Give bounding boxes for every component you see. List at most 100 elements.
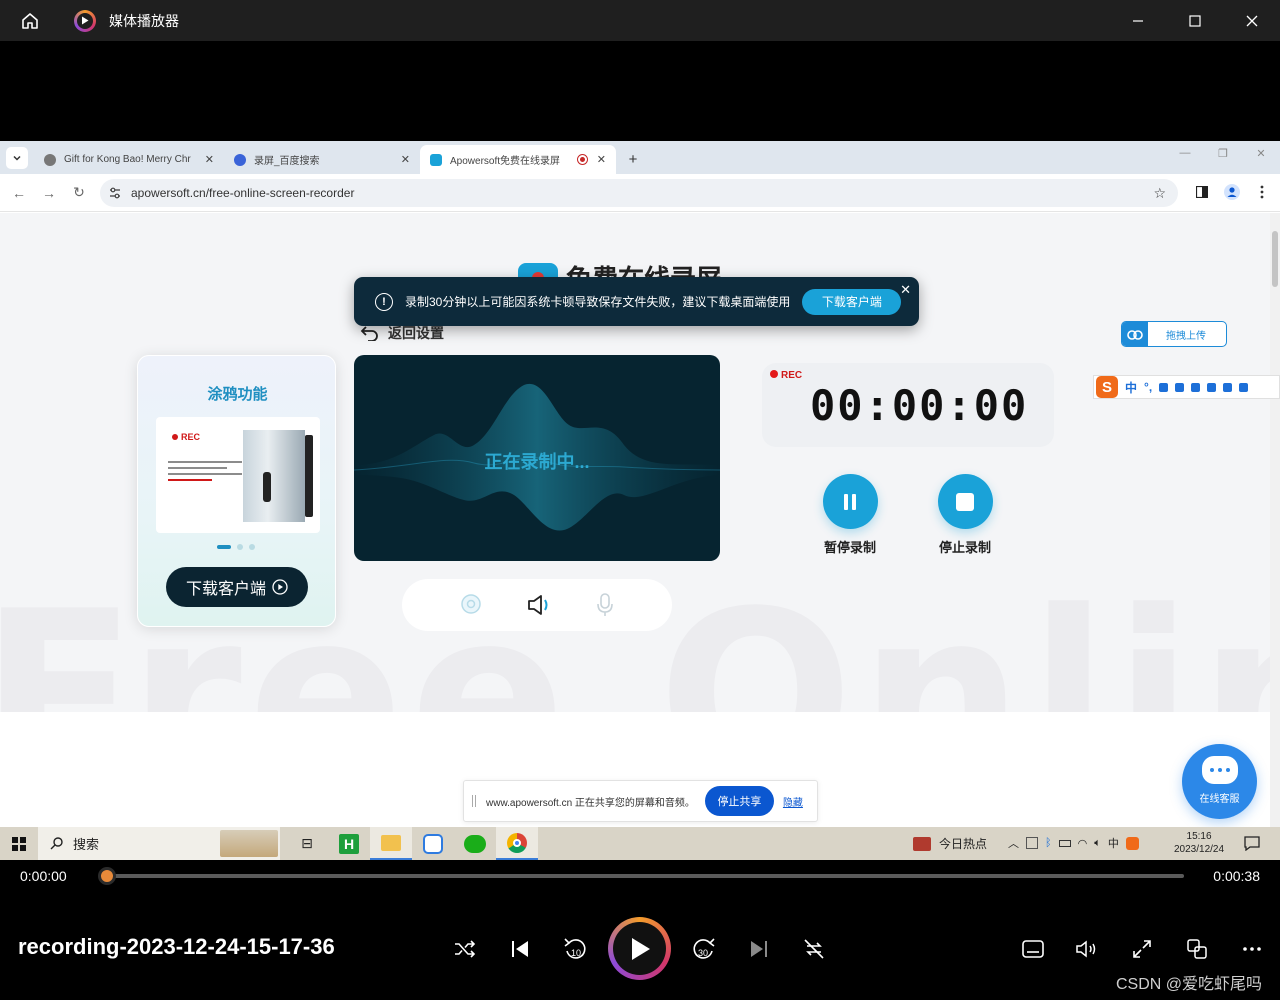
app-title: 媒体播放器	[109, 12, 179, 29]
browser-minimize-icon[interactable]: —	[1166, 147, 1204, 160]
tab-baidu[interactable]: 录屏_百度搜索 ✕	[224, 145, 420, 174]
next-button[interactable]	[739, 929, 779, 969]
game-icon[interactable]	[1207, 382, 1217, 392]
news-icon	[913, 836, 931, 851]
punctuation-icon[interactable]: °,	[1144, 380, 1152, 394]
settings-icon[interactable]	[1239, 382, 1249, 392]
seek-thumb[interactable]	[98, 867, 116, 885]
task-view-button[interactable]: ⊟	[286, 827, 328, 860]
back-to-settings[interactable]: 返回设置	[360, 323, 444, 343]
screen-share-bar: www.apowersoft.cn 正在共享您的屏幕和音频。 停止共享 隐藏	[463, 780, 818, 822]
news-widget[interactable]: 今日热点	[913, 835, 987, 852]
download-client-button[interactable]: 下载客户端	[166, 567, 308, 607]
drag-handle-icon[interactable]	[472, 795, 476, 807]
maximize-button[interactable]	[1166, 0, 1223, 41]
ime-language[interactable]: 中	[1125, 379, 1137, 396]
volume-button[interactable]	[1067, 929, 1107, 969]
notification-center-icon[interactable]	[1244, 836, 1260, 856]
bluetooth-icon[interactable]: ᛒ	[1045, 837, 1052, 849]
volume-icon[interactable]: 🔈︎	[1094, 837, 1101, 850]
chrome-icon	[507, 832, 527, 853]
scrollbar-thumb[interactable]	[1272, 231, 1278, 287]
chevron-up-icon[interactable]: ︿	[1008, 835, 1019, 851]
back-arrow-icon[interactable]: ←	[4, 185, 34, 201]
taskbar-clock[interactable]: 15:16 2023/12/24	[1174, 830, 1224, 856]
bookmark-star-icon[interactable]: ☆	[1153, 185, 1166, 202]
play-button[interactable]	[608, 917, 671, 980]
side-panel-icon[interactable]	[1194, 184, 1210, 200]
start-button[interactable]	[0, 827, 38, 860]
more-menu-icon[interactable]	[1254, 184, 1270, 200]
tab-apowersoft[interactable]: Apowersoft免费在线录屏 ✕	[420, 145, 616, 174]
stop-sharing-button[interactable]: 停止共享	[704, 786, 774, 816]
taskbar-wechat[interactable]	[454, 827, 496, 860]
tab-close-icon[interactable]: ✕	[205, 153, 214, 166]
timer-box: REC 00:00:00	[762, 363, 1054, 447]
browser-close-icon[interactable]: ✕	[1242, 147, 1280, 160]
profile-icon[interactable]	[1224, 184, 1240, 200]
close-button[interactable]	[1223, 0, 1280, 41]
carousel-dot[interactable]	[237, 544, 243, 550]
speaker-icon[interactable]	[526, 593, 552, 617]
subtitles-button[interactable]	[1013, 929, 1053, 969]
tab-gift[interactable]: Gift for Kong Bao! Merry Chr ✕	[34, 145, 224, 174]
minimize-button[interactable]	[1109, 0, 1166, 41]
keyboard-icon[interactable]	[1175, 382, 1185, 392]
fullscreen-icon	[1133, 940, 1151, 958]
reload-icon[interactable]: ↻	[64, 184, 94, 201]
repeat-button[interactable]	[794, 929, 834, 969]
close-icon	[1246, 15, 1257, 26]
toolbox-icon[interactable]	[1223, 382, 1233, 392]
previous-button[interactable]	[500, 929, 540, 969]
news-label: 今日热点	[939, 837, 988, 851]
browser-tabbar: Gift for Kong Bao! Merry Chr ✕ 录屏_百度搜索 ✕…	[0, 141, 1280, 174]
carousel-dots[interactable]	[217, 544, 255, 550]
taskbar-netdisk[interactable]	[412, 827, 454, 860]
site-info-icon[interactable]	[108, 186, 122, 200]
seek-track[interactable]	[107, 874, 1184, 878]
tab-search-button[interactable]	[6, 147, 28, 169]
forward-arrow-icon[interactable]: →	[34, 185, 64, 201]
address-bar[interactable]: apowersoft.cn/free-online-screen-recorde…	[100, 179, 1178, 207]
stop-recording-button[interactable]: 停止录制	[930, 474, 1000, 556]
chevron-down-icon	[13, 155, 21, 161]
card-preview-image: REC	[156, 417, 320, 533]
fullscreen-button[interactable]	[1122, 929, 1162, 969]
taskbar-app-h[interactable]: H	[328, 827, 370, 860]
ime-toolbar[interactable]: S 中 °,	[1093, 375, 1280, 399]
sogou-tray-icon[interactable]	[1125, 836, 1139, 850]
drag-upload-widget[interactable]: 拖拽上传	[1121, 321, 1227, 347]
page-scrollbar[interactable]	[1270, 213, 1280, 827]
shuffle-button[interactable]	[445, 929, 485, 969]
voice-icon[interactable]	[1159, 382, 1169, 392]
browser-restore-icon[interactable]: ❐	[1204, 147, 1242, 160]
forward-30-button[interactable]: 30	[684, 929, 724, 969]
carousel-dot[interactable]	[217, 545, 231, 549]
mini-player-button[interactable]	[1177, 929, 1217, 969]
new-tab-button[interactable]: +	[622, 148, 644, 170]
rewind-10-button[interactable]: 10	[555, 929, 595, 969]
home-button[interactable]	[0, 0, 60, 41]
taskbar-ime-indicator[interactable]: 中	[1108, 835, 1119, 851]
toast-close-icon[interactable]: ✕	[900, 282, 911, 298]
carousel-dot[interactable]	[249, 544, 255, 550]
tab-close-icon[interactable]: ✕	[401, 153, 410, 166]
webcam-icon[interactable]	[459, 593, 483, 617]
toast-download-button[interactable]: 下载客户端	[802, 288, 902, 315]
more-options-button[interactable]	[1232, 929, 1272, 969]
tab-close-icon[interactable]: ✕	[597, 153, 606, 166]
video-frame[interactable]: Gift for Kong Bao! Merry Chr ✕ 录屏_百度搜索 ✕…	[0, 141, 1280, 860]
play-circle-icon	[272, 579, 288, 595]
online-service-button[interactable]: 在线客服	[1182, 744, 1257, 819]
skin-icon[interactable]	[1191, 382, 1201, 392]
wifi-icon[interactable]: ◠	[1078, 837, 1088, 850]
taskbar-search[interactable]: 搜索	[38, 827, 280, 860]
hide-link[interactable]: 隐藏	[783, 794, 803, 809]
taskbar-file-explorer[interactable]	[370, 827, 412, 860]
taskbar-chrome[interactable]	[496, 827, 538, 860]
pause-recording-button[interactable]: 暂停录制	[815, 474, 885, 556]
microphone-icon[interactable]	[595, 592, 615, 618]
battery-icon[interactable]	[1058, 839, 1071, 847]
back-label: 返回设置	[388, 325, 444, 341]
tray-app-icon[interactable]	[1026, 837, 1038, 849]
